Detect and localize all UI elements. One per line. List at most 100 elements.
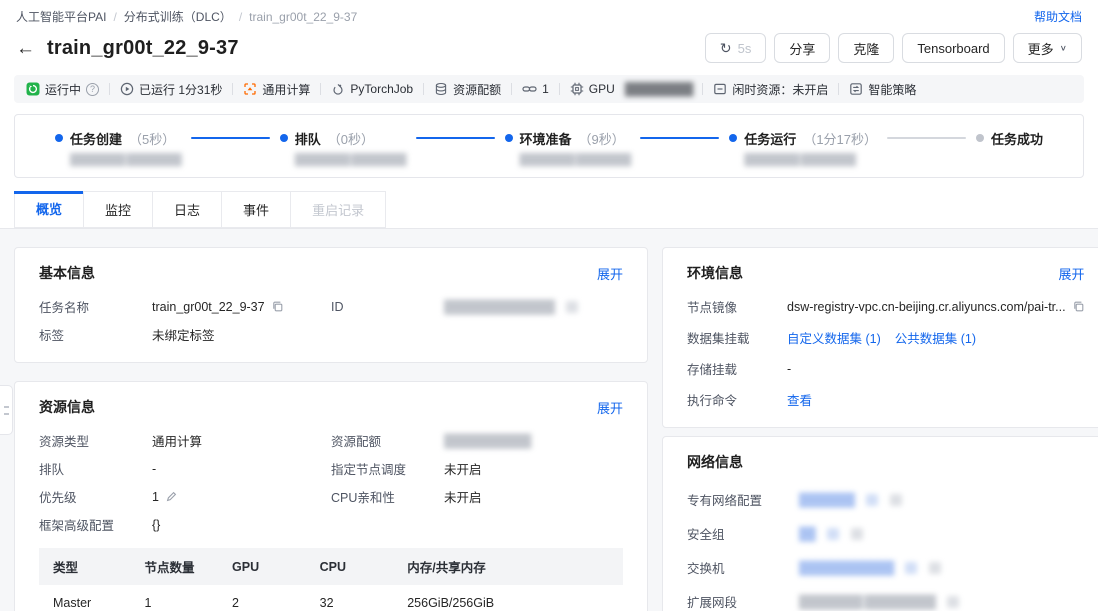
timeline-timestamp-masked: ████████ ████████: [70, 154, 181, 167]
runtime-label: 已运行 1分31秒: [139, 81, 222, 98]
timeline-step-label: 任务成功: [991, 129, 1043, 148]
job-type-label: PyTorchJob: [350, 82, 413, 96]
pytorch-icon: [331, 82, 345, 96]
view-command-link[interactable]: 查看: [787, 390, 812, 409]
field-cpu-affinity: CPU亲和性 未开启: [331, 487, 623, 506]
divider: [559, 83, 560, 95]
cell-memory: 256GiB/256GiB: [395, 585, 623, 611]
col-gpu: GPU: [220, 548, 308, 585]
help-circle-icon[interactable]: ?: [86, 83, 99, 96]
divider: [838, 83, 839, 95]
copy-icon[interactable]: [271, 300, 284, 313]
share-button[interactable]: 分享: [774, 33, 830, 63]
accelerator-label: GPU: [589, 82, 615, 96]
breadcrumb-item-dlc[interactable]: 分布式训练（DLC）: [124, 8, 232, 25]
timeline-step-duration: （9秒）: [579, 129, 625, 148]
security-group-masked: ██: [799, 527, 815, 541]
breadcrumb-separator: /: [239, 10, 242, 24]
divider: [232, 83, 233, 95]
copy-icon[interactable]: [1072, 300, 1085, 313]
expand-link[interactable]: 展开: [597, 398, 623, 417]
accelerator-item: GPU: [570, 82, 615, 96]
breadcrumb: 人工智能平台PAI / 分布式训练（DLC） / train_gr00t_22_…: [16, 8, 357, 25]
timeline-connector: [640, 137, 719, 139]
account-name-masked: █████████: [625, 82, 693, 96]
copy-icon[interactable]: [890, 494, 902, 506]
cell-node-count: 1: [132, 585, 220, 611]
field-priority: 优先级 1: [39, 487, 331, 506]
timeline-connector: [191, 137, 270, 139]
status-label: 运行中: [45, 81, 81, 98]
public-dataset-link[interactable]: 公共数据集 (1): [895, 328, 976, 347]
resource-quota-label: 资源配额: [453, 81, 501, 98]
extended-cidr-masked: ████████ █████████: [799, 595, 935, 609]
timeline-dot: [505, 134, 513, 142]
field-resource-type: 资源类型 通用计算: [39, 431, 331, 450]
node-spec-table: 类型 节点数量 GPU CPU 内存/共享内存 Master 1 2 32 25…: [39, 548, 623, 611]
field-label: ID: [331, 300, 444, 314]
runtime-item: 已运行 1分31秒: [120, 81, 222, 98]
col-node-count: 节点数量: [132, 548, 220, 585]
clone-button[interactable]: 克隆: [838, 33, 894, 63]
storage-mount-value: -: [787, 362, 791, 376]
field-label: 资源类型: [39, 431, 152, 450]
job-name-value: train_gr00t_22_9-37: [152, 300, 265, 314]
card-title: 环境信息: [687, 263, 743, 283]
auto-refresh-button[interactable]: ↻ 5s: [705, 33, 766, 63]
field-node-scheduling: 指定节点调度 未开启: [331, 459, 623, 478]
back-arrow-icon[interactable]: ←: [16, 39, 35, 58]
tab-monitor[interactable]: 监控: [83, 191, 153, 228]
tab-restart-records[interactable]: 重启记录: [290, 191, 386, 228]
node-scheduling-value: 未开启: [444, 459, 482, 478]
expand-link[interactable]: 展开: [1059, 264, 1085, 283]
expand-link[interactable]: 展开: [597, 264, 623, 283]
copy-icon[interactable]: [947, 596, 959, 608]
side-drawer-handle[interactable]: [0, 385, 13, 435]
title-bar: ← train_gr00t_22_9-37 ↻ 5s 分享 克隆 Tensorb…: [0, 25, 1098, 73]
copy-icon[interactable]: [566, 301, 578, 313]
tab-label: 概览: [36, 202, 62, 217]
field-label: 排队: [39, 459, 152, 478]
timeline-timestamp-masked: ████████ ████████: [295, 154, 406, 167]
idle-resource-label: 闲时资源：未开启: [732, 81, 828, 98]
custom-dataset-link[interactable]: 自定义数据集 (1): [787, 328, 881, 347]
breadcrumb-item-pai[interactable]: 人工智能平台PAI: [16, 8, 106, 25]
vswitch-masked: ████████████: [799, 561, 893, 575]
copy-icon[interactable]: [929, 562, 941, 574]
field-label: 标签: [39, 325, 152, 344]
timeline-step-duration: （5秒）: [129, 129, 175, 148]
tensorboard-button[interactable]: Tensorboard: [902, 33, 1004, 63]
divider: [109, 83, 110, 95]
more-label: 更多: [1028, 39, 1054, 58]
edit-icon[interactable]: [165, 490, 178, 503]
timeline-step-label: 任务创建: [70, 129, 122, 148]
compute-type-label: 通用计算: [262, 81, 310, 98]
timeline-connector: [887, 137, 966, 139]
tag-icon: [827, 528, 839, 540]
field-job-name: 任务名称 train_gr00t_22_9-37: [39, 297, 331, 316]
copy-icon[interactable]: [851, 528, 863, 540]
field-label: 框架高级配置: [39, 515, 152, 534]
divider: [511, 83, 512, 95]
field-datasets: 数据集挂载 自定义数据集 (1) 公共数据集 (1): [687, 328, 1085, 347]
instance-count-label: 1: [542, 82, 549, 96]
divider: [320, 83, 321, 95]
tab-events[interactable]: 事件: [221, 191, 291, 228]
field-extended-cidr: 扩展网段 ████████ █████████: [687, 592, 1085, 611]
tab-logs[interactable]: 日志: [152, 191, 222, 228]
tab-overview[interactable]: 概览: [14, 191, 84, 228]
help-doc-link[interactable]: 帮助文档: [1034, 8, 1082, 25]
tab-bar: 概览 监控 日志 事件 重启记录: [14, 191, 1084, 228]
field-security-group: 安全组 ██: [687, 524, 1085, 543]
breadcrumb-separator: /: [113, 10, 116, 24]
tab-label: 监控: [105, 203, 131, 218]
timeline-step-label: 环境准备: [520, 129, 572, 148]
tab-label: 日志: [174, 203, 200, 218]
idle-resource-item: 闲时资源：未开启: [713, 81, 828, 98]
timeline-step-label: 排队: [295, 129, 321, 148]
field-vswitch: 交换机 ████████████: [687, 558, 1085, 577]
cell-cpu: 32: [308, 585, 396, 611]
card-title: 网络信息: [687, 452, 743, 472]
tags-value: 未绑定标签: [152, 325, 215, 344]
more-button[interactable]: 更多 ∨: [1013, 33, 1082, 63]
